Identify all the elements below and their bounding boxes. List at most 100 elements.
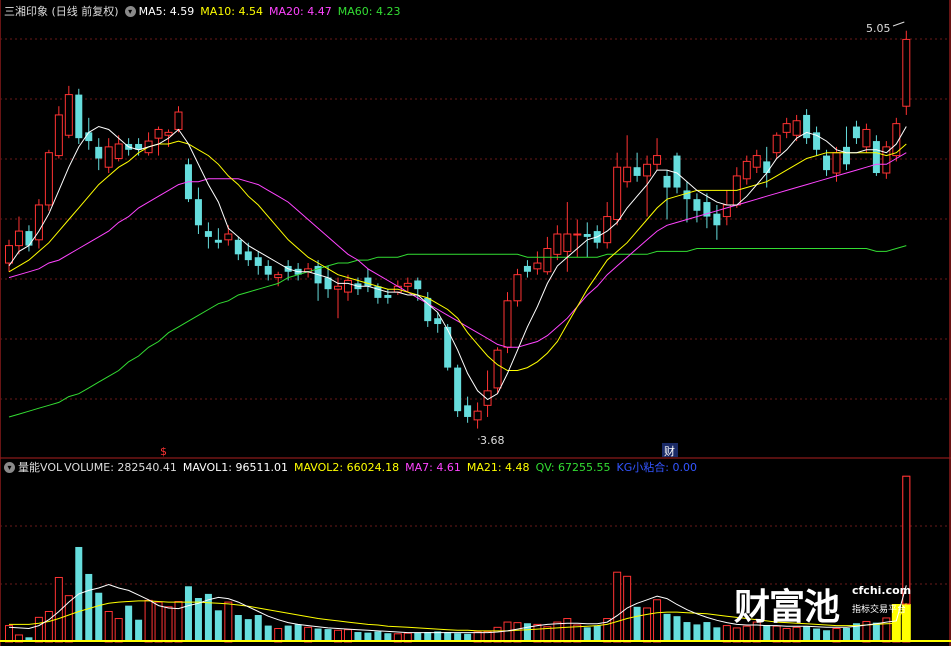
- candle-body: [154, 128, 163, 139]
- candle-body: [872, 141, 880, 174]
- candle-body: [752, 155, 761, 168]
- candle-body: [454, 367, 462, 412]
- candle-body: [25, 231, 33, 246]
- candle-body: [823, 155, 831, 171]
- candle-body: [493, 349, 502, 389]
- candle: [503, 292, 512, 354]
- volume-title: 量能VOL: [18, 461, 63, 474]
- candle: [493, 347, 502, 394]
- volume-bar: [135, 619, 143, 642]
- candle: [742, 155, 751, 185]
- volume-bar: [264, 625, 272, 642]
- volume-bar: [813, 628, 821, 642]
- candle: [872, 135, 880, 176]
- volume-bar: [693, 624, 701, 642]
- candle-body: [832, 152, 841, 174]
- volume-bar: [593, 625, 601, 642]
- candle-body: [334, 285, 343, 290]
- candle-body: [772, 134, 781, 154]
- candle: [633, 152, 641, 182]
- candle-body: [523, 265, 531, 272]
- volume-bar: [194, 598, 202, 642]
- candle-body: [434, 318, 442, 325]
- volume-bar: [294, 624, 302, 642]
- candle: [623, 135, 632, 188]
- candle: [364, 268, 372, 293]
- candle-body: [792, 120, 801, 136]
- marker-s[interactable]: $: [160, 445, 167, 458]
- chevron-down-icon[interactable]: ▾: [4, 461, 15, 473]
- low-price-label: 3.68: [480, 434, 505, 447]
- volume-bar: [703, 622, 711, 642]
- volume-bar: [653, 599, 662, 643]
- high-arrow: [892, 21, 905, 27]
- candle: [444, 324, 452, 371]
- candle-body: [234, 239, 242, 255]
- volume-bar: [613, 571, 622, 643]
- candle: [613, 152, 622, 226]
- candle: [483, 370, 492, 417]
- volume-value: VOLUME: 282540.41: [64, 460, 177, 474]
- candle-body: [563, 233, 572, 252]
- candle-body: [553, 233, 562, 255]
- ma10-label: MA10: 4.54: [200, 4, 264, 18]
- candle: [803, 109, 811, 144]
- candle-body: [95, 146, 103, 159]
- chart-grid: [0, 0, 951, 646]
- candle: [234, 236, 242, 261]
- volume-bar: [732, 627, 741, 643]
- candle-body: [274, 274, 283, 279]
- volume-bar: [44, 610, 53, 643]
- candle-body: [782, 123, 791, 133]
- volume-bar: [244, 619, 252, 642]
- candle: [782, 117, 791, 139]
- candle: [643, 155, 652, 217]
- candle-body: [842, 146, 850, 165]
- volume-bar: [513, 622, 522, 643]
- volume-bar: [503, 621, 512, 643]
- candle-body: [683, 190, 691, 200]
- candle: [254, 251, 262, 275]
- candle-body: [464, 405, 472, 417]
- volume-bar: [95, 592, 103, 642]
- ma21-label: MA21: 4.48: [466, 460, 530, 474]
- volume-bar: [683, 622, 691, 642]
- candle: [464, 396, 472, 423]
- volume-bar: [643, 607, 652, 643]
- candle: [683, 181, 691, 223]
- candle-body: [653, 155, 662, 165]
- candle: [852, 120, 860, 144]
- volume-bar: [623, 575, 632, 643]
- candle-body: [224, 233, 233, 241]
- candle: [264, 260, 272, 281]
- candle: [732, 167, 741, 208]
- marker-cai[interactable]: 财: [664, 444, 675, 458]
- ma20-label: MA20: 4.47: [269, 4, 332, 18]
- price-panel[interactable]: [5, 21, 911, 440]
- candle: [44, 149, 53, 211]
- candle-body: [852, 126, 860, 139]
- candle-body: [583, 234, 591, 237]
- candle: [693, 193, 701, 223]
- candle: [882, 141, 891, 179]
- candle: [473, 402, 482, 429]
- volume-bar: [254, 615, 262, 642]
- volume-bar: [583, 627, 591, 642]
- candle-body: [204, 231, 212, 237]
- candle: [114, 135, 123, 162]
- watermark: 财富池 cfchi.com 指标交易平台: [734, 578, 924, 628]
- candle-body: [364, 277, 372, 287]
- candle-body: [414, 280, 422, 290]
- candle-body: [5, 245, 13, 264]
- candle: [314, 260, 322, 301]
- candle-body: [244, 251, 252, 261]
- candle-body: [343, 279, 352, 293]
- volume-bar: [663, 613, 671, 642]
- chevron-down-icon[interactable]: ▾: [124, 5, 136, 17]
- candle-body: [623, 166, 632, 183]
- candle: [902, 30, 911, 115]
- candle: [543, 236, 552, 275]
- candle-body: [533, 262, 542, 270]
- volume-bar: [224, 601, 233, 643]
- volume-header: ▾ 量能VOL VOLUME: 282540.41 MAVOL1: 96511.…: [4, 459, 703, 475]
